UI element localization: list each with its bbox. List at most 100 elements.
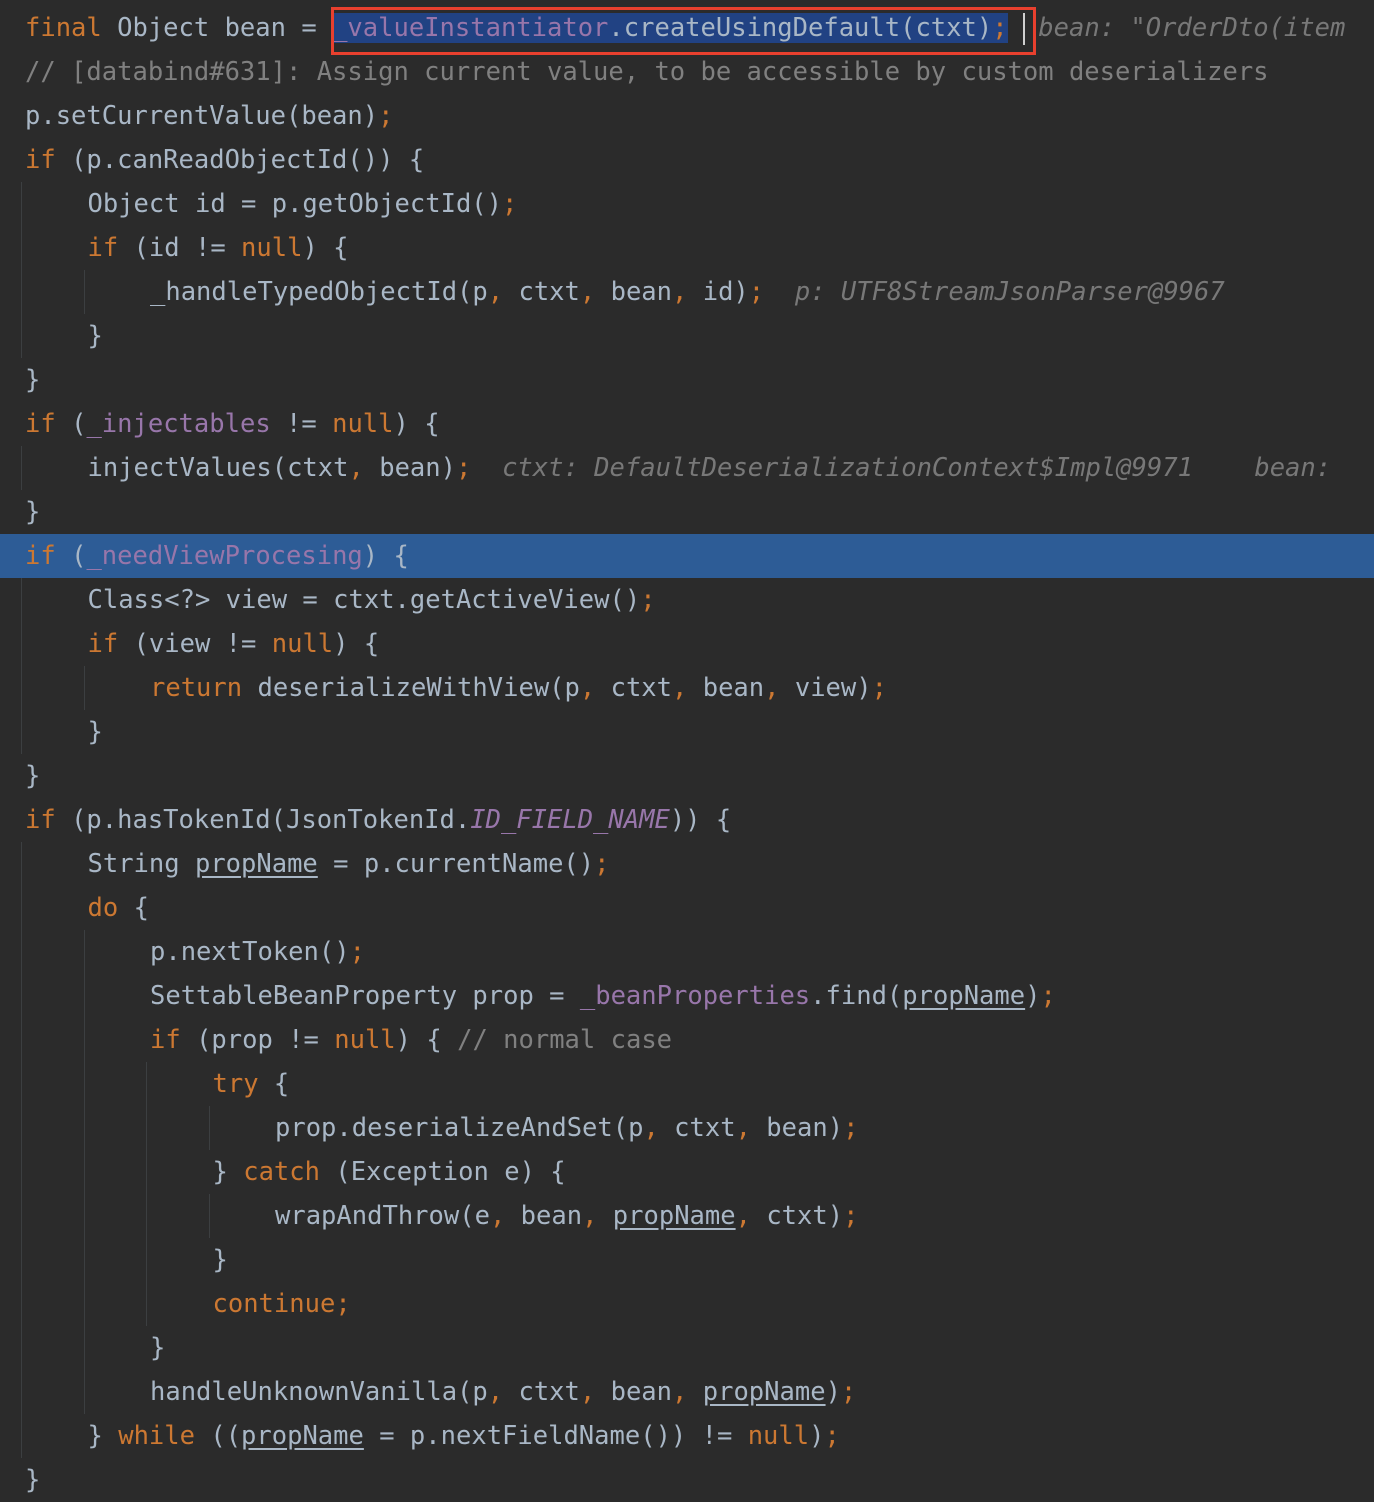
code-line[interactable]: }	[0, 1326, 1374, 1370]
code-token: ctxt)	[750, 1201, 844, 1231]
code-line[interactable]: Object id = p.getObjectId();	[0, 182, 1374, 226]
code-line[interactable]: p.nextToken();	[0, 930, 1374, 974]
code-token: ;	[455, 453, 472, 483]
code-token: ,	[489, 1201, 506, 1231]
code-line-text: } catch (Exception e) {	[213, 1150, 566, 1194]
code-line[interactable]: }	[0, 490, 1374, 534]
text-caret	[1023, 13, 1025, 45]
code-token: = p.nextFieldName()) !=	[363, 1421, 748, 1451]
code-line[interactable]: } catch (Exception e) {	[0, 1150, 1374, 1194]
code-token: ;	[824, 1421, 840, 1451]
code-token: (id !=	[118, 233, 242, 263]
code-token: _valueInstantiator	[332, 13, 609, 43]
code-token: bean	[595, 1377, 673, 1407]
code-token: propName	[194, 849, 318, 879]
code-token: Object bean =	[101, 13, 333, 43]
code-line[interactable]: Class<?> view = ctxt.getActiveView();	[0, 578, 1374, 622]
code-token: }	[150, 1333, 166, 1363]
code-token: ,	[348, 453, 364, 483]
code-token: _injectables	[86, 409, 271, 439]
code-line[interactable]: handleUnknownVanilla(p, ctxt, bean, prop…	[0, 1370, 1374, 1414]
code-token: if	[25, 409, 56, 439]
code-line[interactable]: }	[0, 754, 1374, 798]
code-line[interactable]: } while ((propName = p.nextFieldName()) …	[0, 1414, 1374, 1458]
code-line[interactable]: _handleTypedObjectId(p, ctxt, bean, id);…	[0, 270, 1374, 314]
code-line[interactable]: }	[0, 710, 1374, 754]
code-token: ;	[1040, 981, 1056, 1011]
execution-point-line[interactable]: if (_needViewProcesing) {	[0, 534, 1374, 578]
code-line[interactable]: if (prop != null) { // normal case	[0, 1018, 1374, 1062]
code-line[interactable]: }	[0, 358, 1374, 402]
inline-debug-value: bean:	[1254, 453, 1347, 483]
indent-guide	[83, 666, 85, 710]
code-token: null	[334, 1025, 396, 1055]
code-line[interactable]: }	[0, 314, 1374, 358]
code-token: }	[25, 497, 41, 527]
code-token: catch	[243, 1157, 320, 1187]
code-token: bean	[505, 1201, 583, 1231]
code-token: = p.currentName()	[317, 849, 595, 879]
code-token: .createUsingDefault(ctxt)	[608, 13, 993, 43]
code-line[interactable]: return deserializeWithView(p, ctxt, bean…	[0, 666, 1374, 710]
code-line[interactable]: try {	[0, 1062, 1374, 1106]
code-line[interactable]: SettableBeanProperty prop = _beanPropert…	[0, 974, 1374, 1018]
inline-debug-value: ctxt: DefaultDeserializationContext$Impl…	[502, 453, 1193, 483]
code-token: ,	[672, 277, 688, 307]
code-line[interactable]: String propName = p.currentName();	[0, 842, 1374, 886]
code-token: }	[25, 761, 41, 791]
code-token: prop.deserializeAndSet(p	[275, 1113, 644, 1143]
code-token: Object id = p.getObjectId()	[87, 189, 503, 219]
code-line-text: }	[25, 490, 40, 534]
code-editor[interactable]: final Object bean = _valueInstantiator.c…	[0, 0, 1374, 1502]
code-token: ;	[378, 101, 394, 131]
code-line[interactable]: if (p.hasTokenId(JsonTokenId.ID_FIELD_NA…	[0, 798, 1374, 842]
code-token: (p.canReadObjectId()) {	[55, 145, 425, 175]
code-token: .find(	[810, 981, 903, 1011]
code-token: ) {	[362, 541, 409, 571]
code-line-text: _handleTypedObjectId(p, ctxt, bean, id);…	[150, 270, 1225, 314]
indent-guide	[21, 842, 22, 1458]
code-token: (prop !=	[180, 1025, 335, 1055]
code-token: !=	[270, 409, 333, 439]
code-token: ,	[643, 1113, 659, 1143]
code-token: continue	[212, 1289, 336, 1319]
code-token: if	[25, 805, 56, 835]
code-token: ctxt	[595, 673, 673, 703]
code-line[interactable]: p.setCurrentValue(bean);	[0, 94, 1374, 138]
code-token: (Exception e) {	[319, 1157, 566, 1187]
code-token: injectValues(ctxt	[87, 453, 349, 483]
code-token: propName	[241, 1421, 364, 1451]
code-line[interactable]: // [databind#631]: Assign current value,…	[0, 50, 1374, 94]
code-line-text: } while ((propName = p.nextFieldName()) …	[88, 1414, 840, 1458]
code-token: ;	[843, 1113, 859, 1143]
code-token: ,	[582, 1201, 598, 1231]
indent-guide	[146, 1062, 147, 1326]
code-line-text: return deserializeWithView(p, ctxt, bean…	[150, 666, 887, 710]
code-line[interactable]: continue;	[0, 1282, 1374, 1326]
code-line[interactable]: if (view != null) {	[0, 622, 1374, 666]
code-line[interactable]: wrapAndThrow(e, bean, propName, ctxt);	[0, 1194, 1374, 1238]
code-line-text: final Object bean = _valueInstantiator.c…	[25, 6, 1345, 50]
code-line[interactable]: if (id != null) {	[0, 226, 1374, 270]
code-line-text: if (view != null) {	[88, 622, 380, 666]
code-token: wrapAndThrow(e	[275, 1201, 490, 1231]
code-line-text: if (_needViewProcesing) {	[25, 534, 409, 578]
code-token: _beanProperties	[579, 981, 811, 1011]
code-line[interactable]: }	[0, 1458, 1374, 1502]
inline-debug-value: bean: "OrderDto(item	[1038, 13, 1346, 43]
code-line[interactable]: if (p.canReadObjectId()) {	[0, 138, 1374, 182]
code-token: while	[118, 1421, 195, 1451]
code-token: bean	[595, 277, 673, 307]
code-token: Class<?> view = ctxt.getActiveView()	[87, 585, 641, 615]
code-line[interactable]: prop.deserializeAndSet(p, ctxt, bean);	[0, 1106, 1374, 1150]
code-token: {	[258, 1069, 290, 1099]
code-line-text: }	[150, 1326, 165, 1370]
code-line[interactable]: if (_injectables != null) {	[0, 402, 1374, 446]
code-line[interactable]: final Object bean = _valueInstantiator.c…	[0, 6, 1374, 50]
code-line[interactable]: injectValues(ctxt, bean); ctxt: DefaultD…	[0, 446, 1374, 490]
code-line[interactable]: do {	[0, 886, 1374, 930]
code-token: return	[150, 673, 243, 703]
code-line[interactable]: }	[0, 1238, 1374, 1282]
